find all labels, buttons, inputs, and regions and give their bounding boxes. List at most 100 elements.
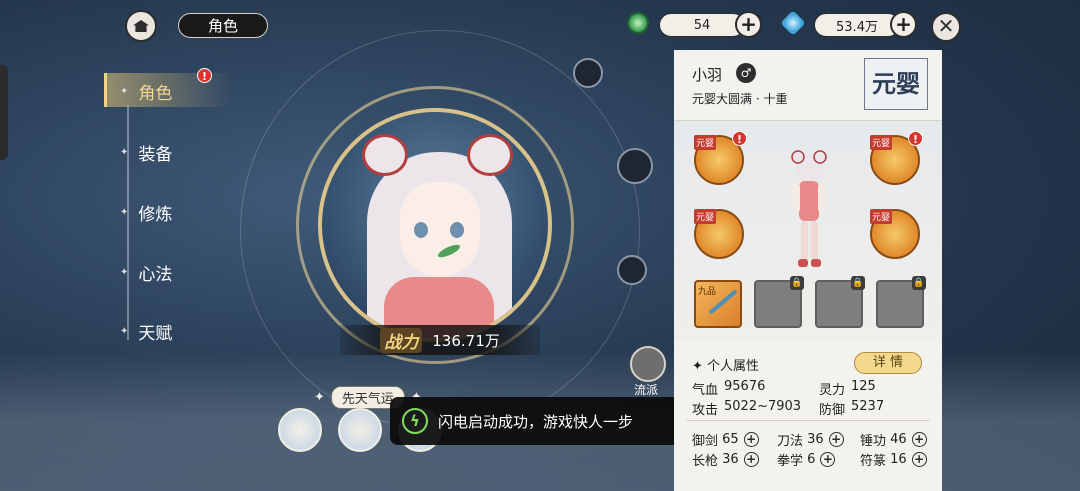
portrait-eye xyxy=(450,222,464,238)
character-portrait[interactable] xyxy=(318,108,552,342)
skill-value: 65 xyxy=(722,432,739,447)
equipment-slot-bottom-right[interactable]: 元婴 xyxy=(870,209,920,259)
skill-value: 16 xyxy=(890,452,907,467)
equipment-grade-tag: 元婴 xyxy=(694,209,717,224)
stat-label: 防御 xyxy=(819,403,846,418)
skill-label: 御剑 xyxy=(692,434,719,449)
skill-label: 长枪 xyxy=(692,454,719,469)
alert-badge: ! xyxy=(908,131,923,146)
skill-fist: 拳学 6 + xyxy=(777,450,836,469)
nav-item-mind-method[interactable]: ✦ 心法 xyxy=(120,260,172,285)
attributes-header: ✦ 个人属性 xyxy=(692,355,759,374)
equipment-grade-tag: 元婴 xyxy=(694,135,717,150)
diamond-icon: ✦ xyxy=(120,147,129,158)
spirit-stone-counter: 53.4万 xyxy=(814,13,900,37)
skill-label: 刀法 xyxy=(777,434,804,449)
moon-icon xyxy=(617,148,653,184)
stat-value: 125 xyxy=(851,379,876,394)
nav-item-label: 装备 xyxy=(138,145,173,165)
weapon-grade-tag: 九品 xyxy=(698,287,717,297)
nav-item-character[interactable]: ✦ 角色 xyxy=(120,79,172,104)
nav-item-cultivation[interactable]: ✦ 修炼 xyxy=(120,200,172,225)
jade-icon xyxy=(627,12,649,34)
toast-notification: ϟ 闪电启动成功，游戏快人一步 xyxy=(390,397,688,445)
alert-badge: ! xyxy=(197,68,212,83)
lock-icon: 🔒 xyxy=(912,276,926,290)
lock-icon: 🔒 xyxy=(790,276,804,290)
home-button[interactable] xyxy=(125,10,157,42)
spirit-stone-icon xyxy=(780,10,806,36)
skill-talisman: 符篆 16 + xyxy=(860,450,927,469)
combat-power-bar: 战力 136.71万 xyxy=(340,325,540,355)
side-drawer-handle[interactable] xyxy=(0,65,8,160)
close-button[interactable]: ✕ xyxy=(931,12,961,42)
stat-value: 95676 xyxy=(724,379,766,394)
divider xyxy=(686,420,930,421)
skill-label: 锤功 xyxy=(860,434,887,449)
add-skill-button[interactable]: + xyxy=(911,432,927,447)
moon-icon xyxy=(617,255,647,285)
character-model[interactable] xyxy=(784,147,834,277)
nav-item-label: 心法 xyxy=(138,265,173,285)
nav-item-talent[interactable]: ✦ 天赋 xyxy=(120,319,172,344)
diamond-icon: ✦ xyxy=(692,359,703,374)
sect-style-label: 流派 xyxy=(634,383,659,397)
nav-item-label: 角色 xyxy=(138,84,173,104)
stat-value: 5237 xyxy=(851,399,885,414)
stat-defense: 防御 5237 xyxy=(819,399,884,418)
add-spirit-stone-button[interactable]: + xyxy=(890,11,917,38)
sect-style-button[interactable] xyxy=(630,346,666,382)
add-jade-button[interactable]: + xyxy=(735,11,762,38)
character-info-panel: 小羽 ♂ 元婴大圆满 · 十重 元婴 元婴 ! 元婴 ! 元婴 元婴 九品 🔒 … xyxy=(674,50,942,491)
skill-value: 36 xyxy=(722,452,739,467)
skill-value: 36 xyxy=(807,432,824,447)
gender-icon: ♂ xyxy=(736,63,756,83)
combat-power-label: 战力 xyxy=(380,327,423,353)
combat-power-value: 136.71万 xyxy=(432,331,500,350)
skill-spear: 长枪 36 + xyxy=(692,450,759,469)
page-title: 角色 xyxy=(178,13,268,38)
skill-sword: 御剑 65 + xyxy=(692,430,759,449)
moon-icon xyxy=(573,58,603,88)
stat-value: 5022~7903 xyxy=(724,399,802,414)
toast-message: 闪电启动成功，游戏快人一步 xyxy=(438,412,634,431)
diamond-icon: ✦ xyxy=(120,207,129,218)
nav-item-label: 修炼 xyxy=(138,205,173,225)
equipment-area: 元婴 ! 元婴 ! 元婴 元婴 九品 🔒 🔒 🔒 xyxy=(674,121,942,341)
nav-item-label: 天赋 xyxy=(138,324,173,344)
lock-icon: 🔒 xyxy=(851,276,865,290)
portrait-hair-bun xyxy=(362,134,408,176)
stat-spirit: 灵力 125 xyxy=(819,379,876,398)
equipment-grade-tag: 元婴 xyxy=(870,209,893,224)
skill-blade: 刀法 36 + xyxy=(777,430,844,449)
equipment-grade-tag: 元婴 xyxy=(870,135,893,150)
realm-badge: 元婴 xyxy=(864,58,928,110)
diamond-icon: ✦ xyxy=(120,267,129,278)
portrait-hair-bun xyxy=(467,134,513,176)
lightning-icon: ϟ xyxy=(402,408,428,434)
locked-weapon-slot[interactable]: 🔒 xyxy=(754,276,804,328)
jade-counter: 54 xyxy=(659,13,745,37)
portrait-eye xyxy=(414,222,428,238)
house-icon xyxy=(133,20,149,32)
nav-item-equipment[interactable]: ✦ 装备 xyxy=(120,140,172,165)
locked-weapon-slot[interactable]: 🔒 xyxy=(876,276,926,328)
stat-hp: 气血 95676 xyxy=(692,379,765,398)
portrait-face xyxy=(400,182,480,277)
skill-label: 符篆 xyxy=(860,454,887,469)
details-button[interactable]: 详 情 xyxy=(854,352,922,374)
weapon-slot[interactable]: 九品 xyxy=(694,280,742,328)
locked-weapon-slot[interactable]: 🔒 xyxy=(815,276,865,328)
skill-value: 46 xyxy=(890,432,907,447)
add-skill-button[interactable]: + xyxy=(743,452,759,467)
add-skill-button[interactable]: + xyxy=(743,432,759,447)
equipment-slot-bottom-left[interactable]: 元婴 xyxy=(694,209,744,259)
add-skill-button[interactable]: + xyxy=(820,452,836,467)
fortune-slot-2[interactable] xyxy=(338,408,382,452)
add-skill-button[interactable]: + xyxy=(828,432,844,447)
add-skill-button[interactable]: + xyxy=(911,452,927,467)
fortune-slot-1[interactable] xyxy=(278,408,322,452)
skill-hammer: 锤功 46 + xyxy=(860,430,927,449)
stat-label: 气血 xyxy=(692,383,719,398)
skill-value: 6 xyxy=(807,452,816,467)
